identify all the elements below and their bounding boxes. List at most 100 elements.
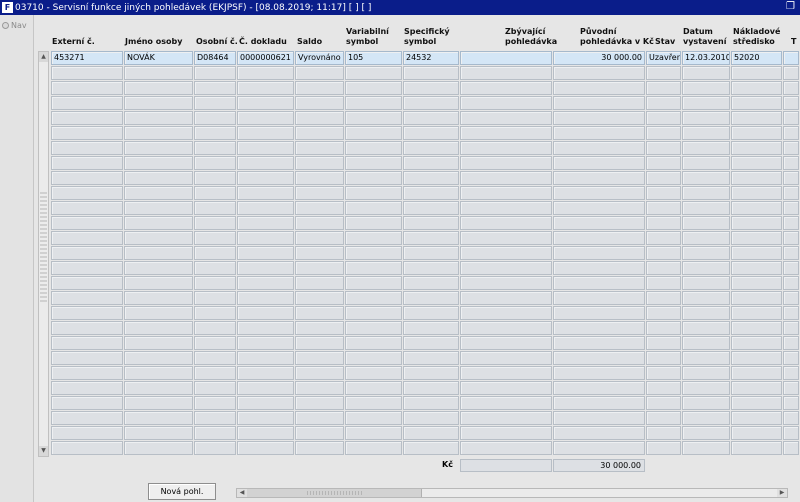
cell-puvodni[interactable]	[553, 156, 645, 170]
cell-ss[interactable]	[403, 81, 459, 95]
table-row[interactable]	[51, 246, 800, 261]
cell-vs[interactable]	[345, 291, 402, 305]
cell-stav[interactable]	[646, 186, 681, 200]
cell-osobni[interactable]	[194, 276, 236, 290]
cell-osobni[interactable]	[194, 441, 236, 455]
cell-extra[interactable]	[783, 276, 799, 290]
cell-externi[interactable]	[51, 261, 123, 275]
cell-extra[interactable]	[783, 396, 799, 410]
cell-stav[interactable]	[646, 426, 681, 440]
cell-nakl[interactable]	[731, 156, 782, 170]
table-row[interactable]	[51, 171, 800, 186]
table-row[interactable]	[51, 111, 800, 126]
table-row[interactable]	[51, 306, 800, 321]
cell-puvodni[interactable]	[553, 276, 645, 290]
cell-vs[interactable]	[345, 321, 402, 335]
cell-jmeno[interactable]	[124, 276, 193, 290]
cell-nakl[interactable]	[731, 66, 782, 80]
cell-puvodni[interactable]	[553, 186, 645, 200]
cell-extra[interactable]	[783, 156, 799, 170]
cell-doklad[interactable]	[237, 396, 294, 410]
cell-osobni[interactable]	[194, 306, 236, 320]
cell-ss[interactable]	[403, 261, 459, 275]
cell-datum[interactable]	[682, 426, 730, 440]
cell-doklad[interactable]	[237, 126, 294, 140]
cell-nakl[interactable]	[731, 96, 782, 110]
cell-vs[interactable]	[345, 141, 402, 155]
cell-vs[interactable]	[345, 366, 402, 380]
cell-vs[interactable]	[345, 261, 402, 275]
cell-zbyva[interactable]	[460, 366, 552, 380]
cell-vs[interactable]	[345, 156, 402, 170]
cell-saldo[interactable]	[295, 216, 344, 230]
cell-zbyva[interactable]	[460, 246, 552, 260]
cell-zbyva[interactable]	[460, 261, 552, 275]
cell-ss[interactable]	[403, 186, 459, 200]
cell-doklad[interactable]	[237, 171, 294, 185]
cell-datum[interactable]	[682, 81, 730, 95]
cell-doklad[interactable]	[237, 216, 294, 230]
cell-doklad[interactable]	[237, 336, 294, 350]
cell-jmeno[interactable]	[124, 81, 193, 95]
cell-vs[interactable]	[345, 351, 402, 365]
cell-saldo[interactable]	[295, 66, 344, 80]
cell-datum[interactable]	[682, 96, 730, 110]
cell-ss[interactable]	[403, 246, 459, 260]
cell-doklad[interactable]	[237, 141, 294, 155]
cell-doklad[interactable]	[237, 441, 294, 455]
cell-zbyva[interactable]	[460, 321, 552, 335]
cell-puvodni[interactable]	[553, 306, 645, 320]
scroll-grip[interactable]	[40, 192, 47, 302]
cell-doklad[interactable]	[237, 276, 294, 290]
table-row[interactable]	[51, 216, 800, 231]
cell-datum[interactable]	[682, 171, 730, 185]
cell-stav[interactable]	[646, 66, 681, 80]
cell-saldo[interactable]	[295, 291, 344, 305]
cell-vs[interactable]: 105	[345, 51, 402, 65]
cell-stav[interactable]	[646, 441, 681, 455]
cell-ss[interactable]	[403, 276, 459, 290]
cell-vs[interactable]	[345, 171, 402, 185]
cell-stav[interactable]	[646, 366, 681, 380]
cell-saldo[interactable]	[295, 81, 344, 95]
cell-osobni[interactable]	[194, 156, 236, 170]
cell-datum[interactable]	[682, 381, 730, 395]
cell-datum[interactable]	[682, 126, 730, 140]
cell-jmeno[interactable]	[124, 321, 193, 335]
cell-doklad[interactable]	[237, 291, 294, 305]
table-row[interactable]	[51, 81, 800, 96]
cell-datum[interactable]	[682, 216, 730, 230]
cell-extra[interactable]	[783, 66, 799, 80]
cell-stav[interactable]	[646, 141, 681, 155]
cell-osobni[interactable]	[194, 426, 236, 440]
cell-puvodni[interactable]	[553, 141, 645, 155]
cell-osobni[interactable]	[194, 261, 236, 275]
cell-nakl[interactable]	[731, 261, 782, 275]
cell-doklad[interactable]: 0000000621	[237, 51, 294, 65]
cell-vs[interactable]	[345, 306, 402, 320]
cell-saldo[interactable]	[295, 186, 344, 200]
cell-jmeno[interactable]	[124, 171, 193, 185]
cell-jmeno[interactable]	[124, 261, 193, 275]
scroll-up-icon[interactable]: ▲	[39, 52, 48, 62]
cell-zbyva[interactable]	[460, 336, 552, 350]
cell-saldo[interactable]	[295, 321, 344, 335]
cell-saldo[interactable]	[295, 96, 344, 110]
cell-vs[interactable]	[345, 81, 402, 95]
cell-stav[interactable]	[646, 81, 681, 95]
cell-extra[interactable]	[783, 141, 799, 155]
cell-externi[interactable]	[51, 351, 123, 365]
cell-jmeno[interactable]	[124, 366, 193, 380]
cell-jmeno[interactable]	[124, 186, 193, 200]
cell-datum[interactable]	[682, 246, 730, 260]
cell-saldo[interactable]	[295, 231, 344, 245]
cell-ss[interactable]	[403, 171, 459, 185]
cell-ss[interactable]	[403, 306, 459, 320]
cell-externi[interactable]	[51, 246, 123, 260]
cell-puvodni[interactable]	[553, 261, 645, 275]
cell-stav[interactable]	[646, 246, 681, 260]
cell-ss[interactable]	[403, 441, 459, 455]
cell-stav[interactable]	[646, 291, 681, 305]
cell-osobni[interactable]	[194, 96, 236, 110]
cell-doklad[interactable]	[237, 81, 294, 95]
